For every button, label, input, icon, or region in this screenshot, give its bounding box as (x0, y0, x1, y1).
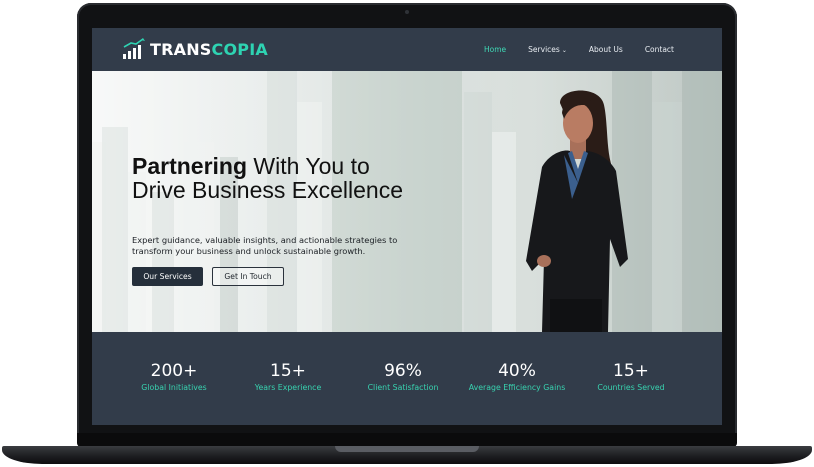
brand-name-part2: COPIA (211, 40, 268, 59)
nav-about-us[interactable]: About Us (589, 45, 623, 54)
laptop-base-notch (335, 446, 479, 452)
website-screen: TRANSCOPIA Home Services ⌄ About Us Conta… (92, 28, 722, 425)
hero-subtext: Expert guidance, valuable insights, and … (132, 235, 398, 256)
stat-label: Global Initiatives (141, 383, 207, 392)
hero-section: Partnering With You to Drive Business Ex… (92, 71, 722, 332)
stat-value: 40% (498, 361, 536, 381)
our-services-button[interactable]: Our Services (132, 267, 203, 286)
stats-section: 200+ Global Initiatives 15+ Years Experi… (92, 332, 722, 425)
hero-headline-bold: Partnering (132, 153, 248, 179)
stat-label: Countries Served (597, 383, 665, 392)
businesswoman-portrait (526, 90, 628, 332)
nav-home[interactable]: Home (484, 45, 506, 54)
hero-headline: Partnering With You to Drive Business Ex… (132, 154, 422, 202)
chevron-down-icon: ⌄ (561, 47, 567, 54)
main-menu: Home Services ⌄ About Us Contact (484, 45, 674, 54)
stat-value: 15+ (613, 361, 649, 381)
site-header: TRANSCOPIA Home Services ⌄ About Us Conta… (92, 28, 722, 71)
camera-icon (405, 10, 409, 14)
stat-value: 200+ (150, 361, 198, 381)
stat-value: 15+ (270, 361, 306, 381)
stat-countries-served: 15+ Countries Served (576, 361, 686, 392)
brand-name: TRANSCOPIA (150, 41, 268, 59)
nav-contact[interactable]: Contact (645, 45, 674, 54)
laptop-hinge (77, 433, 737, 447)
nav-services-label: Services (528, 45, 560, 54)
nav-services[interactable]: Services ⌄ (528, 45, 567, 54)
stat-years-experience: 15+ Years Experience (233, 361, 343, 392)
get-in-touch-button[interactable]: Get In Touch (212, 267, 284, 286)
stat-client-satisfaction: 96% Client Satisfaction (348, 361, 458, 392)
brand-name-part1: TRANS (150, 40, 212, 59)
stat-global-initiatives: 200+ Global Initiatives (119, 361, 229, 392)
stat-label: Client Satisfaction (367, 383, 439, 392)
brand-logo[interactable]: TRANSCOPIA (123, 38, 268, 59)
stat-label: Years Experience (254, 383, 322, 392)
stat-value: 96% (384, 361, 422, 381)
growth-chart-icon (123, 38, 145, 59)
stat-label: Average Efficiency Gains (468, 383, 566, 392)
stat-efficiency-gains: 40% Average Efficiency Gains (462, 361, 572, 392)
